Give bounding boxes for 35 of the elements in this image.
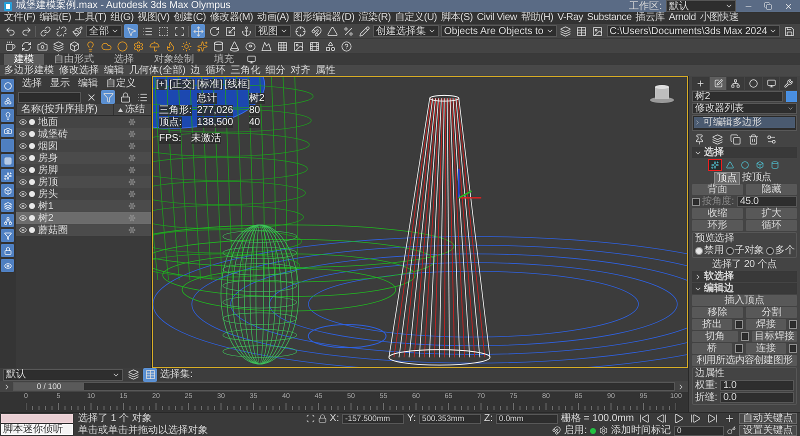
stats-label: 顶点:: [159, 117, 182, 128]
object-name: 树2: [38, 212, 55, 224]
stats-value: 80: [249, 105, 260, 116]
grid-size-text: 栅格 = 100.0mm: [560, 413, 634, 424]
fps-label: FPS:: [159, 133, 182, 144]
stats-header: 总计: [197, 93, 217, 104]
stats-header: 树2: [249, 93, 265, 104]
object-name: 烟囱: [38, 140, 59, 152]
object-name: 房身: [38, 152, 59, 164]
object-name: 房脚: [38, 164, 59, 176]
object-name: 房顶: [38, 176, 59, 188]
selection-set-label: 选择集:: [160, 369, 193, 380]
coordinate-label: Z:: [484, 413, 493, 424]
stats-value: 40: [249, 117, 260, 128]
enable-label: 启用:: [564, 425, 587, 436]
stats-value: 138,500: [197, 117, 234, 128]
coordinate-label: Y:: [407, 413, 416, 424]
prompt-text: 单击或单击并拖动以选择对象: [78, 425, 208, 436]
stats-value: 277,026: [197, 105, 234, 116]
object-name: 地面: [38, 116, 59, 128]
selection-status: 选择了 20 个点: [711, 259, 778, 270]
object-name: 蘑菇圈: [38, 224, 69, 236]
object-name: 城堡砖: [38, 128, 69, 140]
workspace-label: 工作区:: [629, 0, 662, 12]
status-message: 选择了 1 个 对象: [78, 413, 153, 424]
group-label: 预览选择: [695, 233, 736, 244]
field-label: 权重:: [695, 380, 718, 391]
group-label: 边属性: [695, 368, 726, 379]
coordinate-label: X:: [330, 413, 340, 424]
tooltip: 顶点: [714, 172, 740, 185]
object-name: 树1: [38, 200, 55, 212]
object-name: 房头: [38, 188, 59, 200]
stats-label: 三角形:: [159, 105, 192, 116]
fps-value: 未激活: [191, 133, 222, 144]
field-label: 折缝:: [695, 392, 718, 403]
